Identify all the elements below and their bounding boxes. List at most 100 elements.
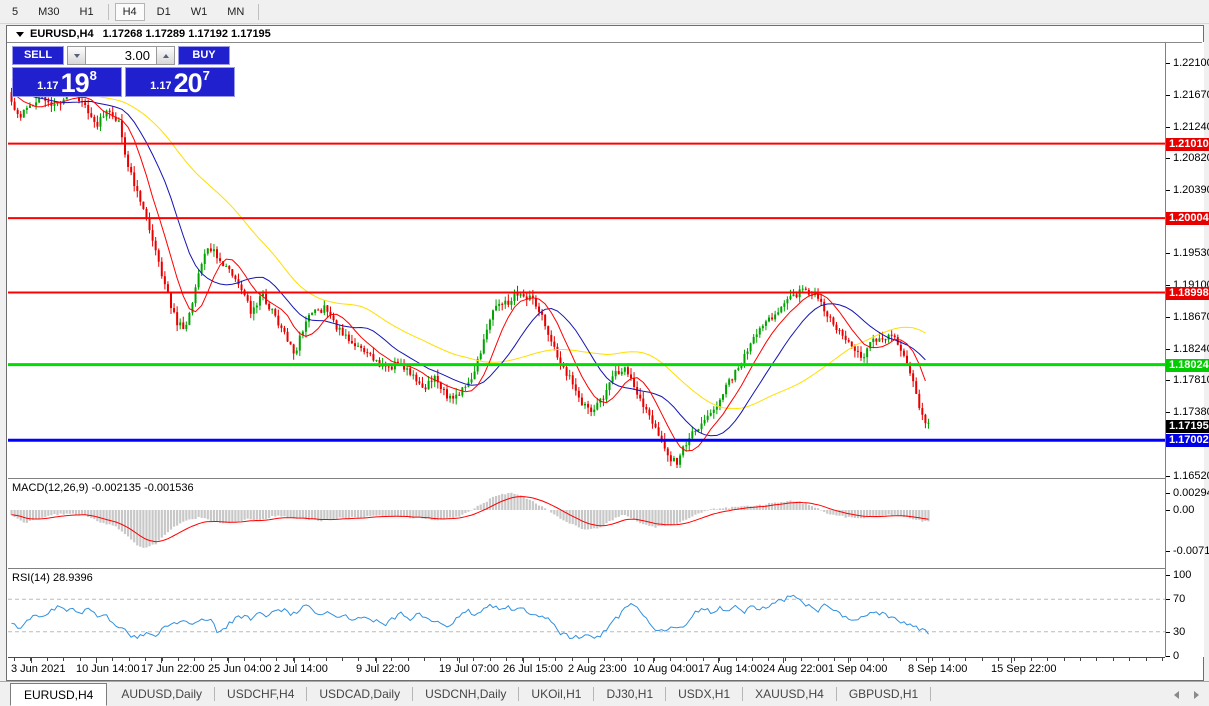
chart-tab-dj30[interactable]: DJ30,H1 xyxy=(594,687,667,701)
volume-input[interactable] xyxy=(86,46,156,65)
sell-button[interactable]: SELL xyxy=(12,46,64,65)
macd-tick-label: -0.007153 xyxy=(1166,545,1209,557)
time-tick-mark xyxy=(736,658,737,661)
rsi-layer xyxy=(8,594,1165,640)
horizontal-lines-layer xyxy=(8,142,1165,442)
macd-tick-label: 0.00 xyxy=(1166,504,1209,516)
time-tick-mark xyxy=(440,658,441,661)
time-axis: 3 Jun 2021 10 Jun 14:00 17 Jun 22:00 25 Jun… xyxy=(8,657,1165,680)
time-tick-mark xyxy=(900,658,901,661)
time-tick-mark xyxy=(1096,658,1097,661)
spin-up-icon xyxy=(162,53,169,58)
price-tick-label: 1.20820 xyxy=(1166,152,1209,164)
chart-tab-gbpusd[interactable]: GBPUSD,H1 xyxy=(837,687,932,701)
time-tick-mark xyxy=(932,658,933,661)
chart-tab-usdx[interactable]: USDX,H1 xyxy=(666,687,744,701)
macd-layer xyxy=(10,492,930,548)
time-tick-mark xyxy=(949,658,950,661)
time-tick-mark xyxy=(1064,658,1065,661)
timeframe-button-mn[interactable]: MN xyxy=(219,3,252,21)
time-axis-label: 2 Jul 14:00 xyxy=(274,663,328,675)
time-tick-mark xyxy=(1146,658,1147,661)
time-axis-label: 25 Jun 04:00 xyxy=(208,663,272,675)
candles-layer xyxy=(10,80,930,469)
time-tick-mark xyxy=(391,658,392,661)
buy-button[interactable]: BUY xyxy=(178,46,230,65)
time-tick-mark xyxy=(1014,658,1015,661)
time-axis-label: 10 Aug 04:00 xyxy=(633,663,698,675)
chart-tab-usdcad[interactable]: USDCAD,Daily xyxy=(307,687,414,701)
time-axis-label: 10 Jun 14:00 xyxy=(76,663,140,675)
time-tick-mark xyxy=(768,658,769,661)
chart-tab-xauusd[interactable]: XAUUSD,H4 xyxy=(743,687,837,701)
volume-decrease-button[interactable] xyxy=(67,46,86,65)
time-tick-mark xyxy=(473,658,474,661)
price-chart[interactable] xyxy=(8,42,1165,657)
chart-tab-usdchf[interactable]: USDCHF,H4 xyxy=(215,687,308,701)
time-axis-label: 17 Aug 14:00 xyxy=(698,663,763,675)
ask-price-box[interactable]: 1.17 20 7 xyxy=(125,67,235,97)
timeframe-button-h1[interactable]: H1 xyxy=(72,3,102,21)
price-line-label: 1.21010 xyxy=(1166,138,1209,151)
rsi-tick-label: 30 xyxy=(1166,626,1209,638)
time-axis-label: 17 Jun 22:00 xyxy=(141,663,205,675)
time-tick-mark xyxy=(63,658,64,661)
toolbar-separator xyxy=(107,3,109,20)
time-tick-mark xyxy=(506,658,507,661)
timeframe-button-m30[interactable]: M30 xyxy=(30,3,67,21)
ask-big-digits: 20 xyxy=(173,68,203,98)
toolbar-separator xyxy=(258,3,260,20)
time-axis-label: 24 Aug 22:00 xyxy=(763,663,828,675)
chart-tab-usdcnh[interactable]: USDCNH,Daily xyxy=(413,687,520,701)
time-tick-mark xyxy=(654,658,655,661)
scroll-right-icon[interactable] xyxy=(1194,691,1199,699)
chart-ohlc-values: 1.17268 1.17289 1.17192 1.17195 xyxy=(102,28,271,40)
time-tick-mark xyxy=(883,658,884,661)
time-tick-mark xyxy=(1047,658,1048,661)
macd-tick-label: 0.002947 xyxy=(1166,487,1209,499)
timeframe-button-h4[interactable]: H4 xyxy=(114,2,145,21)
price-tick-label: 1.22100 xyxy=(1166,57,1209,69)
time-tick-mark xyxy=(457,658,458,661)
chart-tab-audusd[interactable]: AUDUSD,Daily xyxy=(109,687,216,701)
time-tick-mark xyxy=(260,658,261,661)
mt4-terminal: { "toolbar": {"timeframes": ["5","M30","… xyxy=(0,0,1209,706)
time-tick-mark xyxy=(162,658,163,661)
rsi-tick-label: 100 xyxy=(1166,569,1209,581)
scroll-left-icon[interactable] xyxy=(1174,691,1179,699)
time-tick-mark xyxy=(408,658,409,661)
timeframe-button-w1[interactable]: W1 xyxy=(183,3,216,21)
time-tick-mark xyxy=(539,658,540,661)
time-tick-mark xyxy=(703,658,704,661)
time-tick-mark xyxy=(145,658,146,661)
time-tick-mark xyxy=(358,658,359,661)
one-click-trading-panel: SELL BUY 1.17 19 8 1.17 20 7 xyxy=(12,46,236,97)
time-tick-mark xyxy=(686,658,687,661)
time-axis-label: 1 Sep 04:00 xyxy=(828,663,888,675)
price-tick-label: 1.16520 xyxy=(1166,470,1209,482)
time-tick-mark xyxy=(1129,658,1130,661)
time-tick-mark xyxy=(244,658,245,661)
timeframe-button-5[interactable]: 5 xyxy=(4,3,26,21)
time-tick-mark xyxy=(572,658,573,661)
time-tick-mark xyxy=(834,658,835,661)
time-tick-mark xyxy=(80,658,81,661)
chart-menu-icon[interactable] xyxy=(16,31,24,37)
time-tick-mark xyxy=(326,658,327,661)
chart-tab-ukoil[interactable]: UKOil,H1 xyxy=(519,687,595,701)
time-tick-mark xyxy=(1031,658,1032,661)
price-tick-label: 1.21240 xyxy=(1166,121,1209,133)
volume-increase-button[interactable] xyxy=(156,46,175,65)
time-tick-mark xyxy=(719,658,720,661)
time-tick-mark xyxy=(178,658,179,661)
ask-prefix: 1.17 xyxy=(150,80,172,92)
timeframe-button-d1[interactable]: D1 xyxy=(149,3,179,21)
price-tick-label: 1.19530 xyxy=(1166,247,1209,259)
time-axis-label: 19 Jul 07:00 xyxy=(439,663,499,675)
time-tick-mark xyxy=(194,658,195,661)
bid-price-box[interactable]: 1.17 19 8 xyxy=(12,67,122,97)
chart-tab-eurusd[interactable]: EURUSD,H4 xyxy=(10,683,108,706)
time-tick-mark xyxy=(982,658,983,661)
price-tick-label: 1.21670 xyxy=(1166,89,1209,101)
time-tick-mark xyxy=(818,658,819,661)
